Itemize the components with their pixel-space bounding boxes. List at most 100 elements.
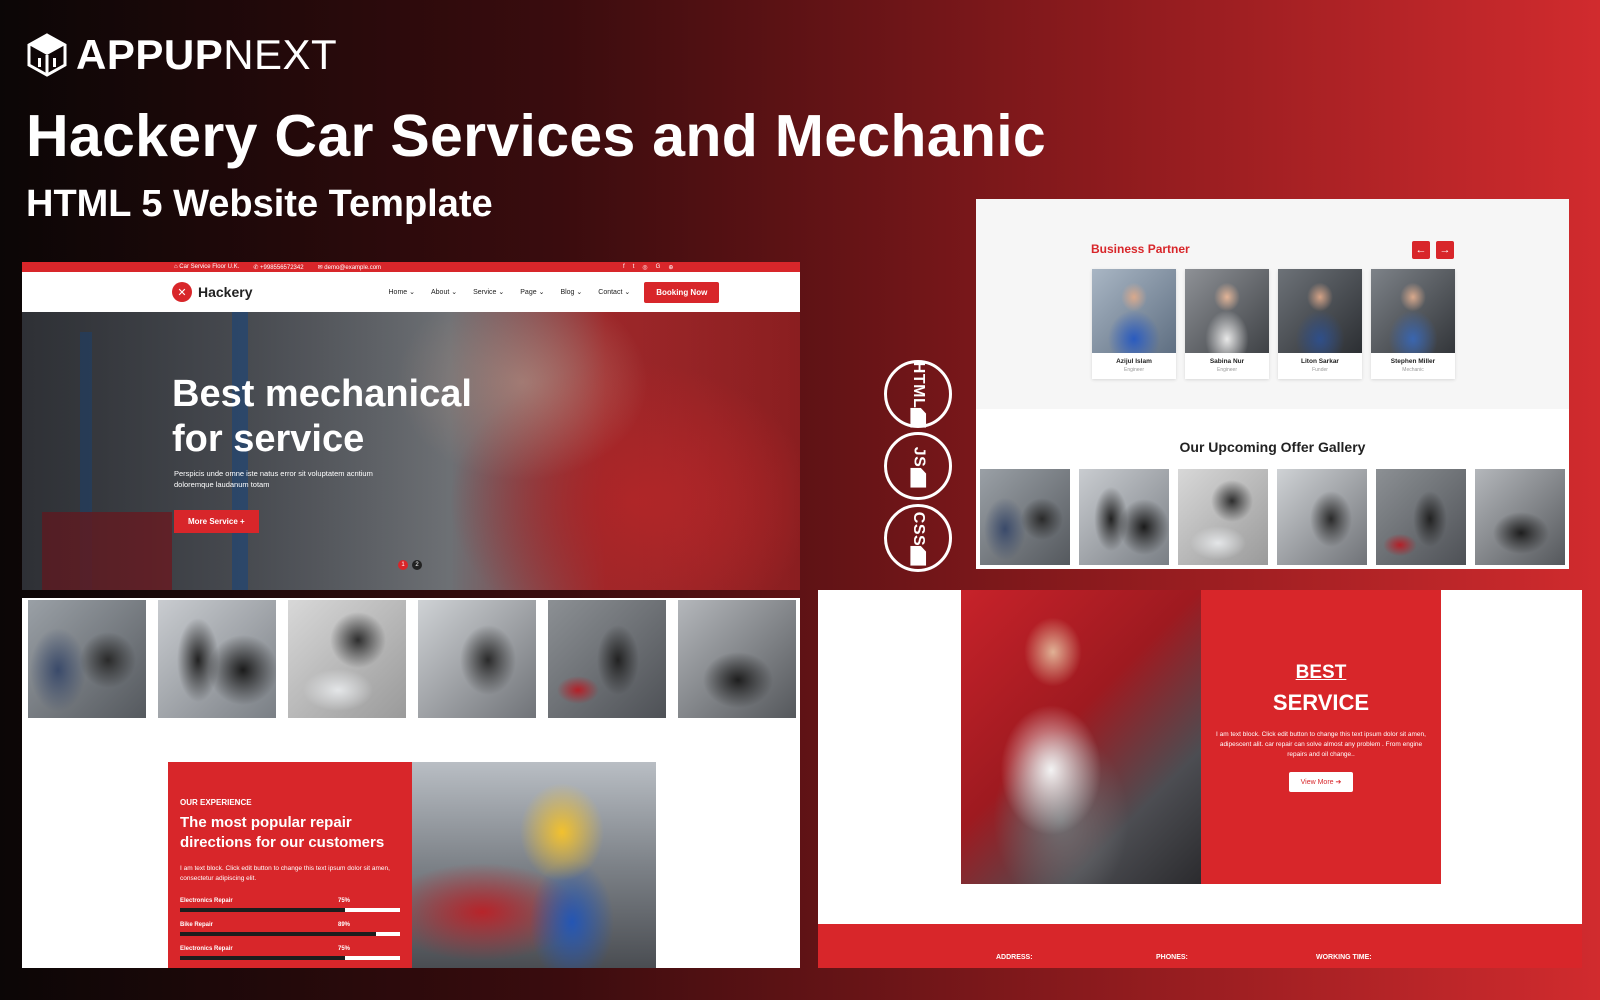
gallery-photo[interactable] xyxy=(1475,469,1565,565)
skill-item: Bike Repair 89% xyxy=(180,922,400,937)
site-logo[interactable]: ✕ Hackery xyxy=(172,282,253,302)
css-badge-label: CSS xyxy=(910,511,927,547)
experience-panel: OUR EXPERIENCE The most popular repair d… xyxy=(168,762,412,968)
brand-name: APPUPNEXT xyxy=(76,31,338,78)
business-partner-title: Business Partner xyxy=(1091,242,1190,256)
site-logo-text: Hackery xyxy=(198,284,253,300)
team-list: Azijul Islam Engineer Sabina Nur Enginee… xyxy=(1092,269,1455,379)
gallery-photo[interactable] xyxy=(1178,469,1268,565)
nav-contact[interactable]: Contact ⌄ xyxy=(598,288,630,296)
footer-columns: ADDRESS: PHONES: WORKING TIME: xyxy=(996,954,1476,961)
social-icons: f t ◎ G ⊕ xyxy=(623,264,673,271)
member-photo xyxy=(1371,269,1455,353)
nav-service[interactable]: Service ⌄ xyxy=(473,288,504,296)
gallery-photo[interactable] xyxy=(158,600,276,718)
gallery-photo[interactable] xyxy=(980,469,1070,565)
hero-description: Perspicis unde omne iste natus error sit… xyxy=(174,469,373,490)
page-subtitle: HTML 5 Website Template xyxy=(26,183,493,225)
experience-card: OUR EXPERIENCE The most popular repair d… xyxy=(168,762,656,968)
skill-item: Electronics Repair 75% xyxy=(180,898,400,913)
twitter-icon[interactable]: t xyxy=(633,264,635,271)
gallery-photo[interactable] xyxy=(288,600,406,718)
nav-page[interactable]: Page ⌄ xyxy=(520,288,544,296)
business-partner-section: Business Partner ← → Azijul Islam Engine… xyxy=(976,199,1569,409)
member-photo xyxy=(1092,269,1176,353)
hero-heading: Best mechanical for service xyxy=(172,373,472,460)
nav-about[interactable]: About ⌄ xyxy=(431,288,457,296)
arrow-right-icon[interactable]: → xyxy=(1436,241,1454,259)
mechanic-photo xyxy=(961,590,1201,884)
wrench-logo-icon: ✕ xyxy=(172,282,192,302)
brand-logo-group: APPUPNEXT xyxy=(24,30,337,80)
best-service-panel: BEST SERVICE I am text block. Click edit… xyxy=(1201,590,1441,884)
member-photo xyxy=(1185,269,1269,353)
slide-dot-2[interactable]: 2 xyxy=(412,560,422,570)
html-badge: HTML xyxy=(884,360,952,428)
team-member-card[interactable]: Azijul Islam Engineer xyxy=(1092,269,1176,379)
experience-description: I am text block. Click edit button to ch… xyxy=(180,865,390,883)
best-service-heading-2: SERVICE xyxy=(1272,690,1370,715)
js-badge: JS xyxy=(884,432,952,500)
nav-blog[interactable]: Blog ⌄ xyxy=(560,288,582,296)
page-title: Hackery Car Services and Mechanic xyxy=(26,103,1047,169)
hero-preview: ⌂ Car Service Floor U.K. ✆ +998556572342… xyxy=(22,262,800,590)
skill-progress-bar xyxy=(180,956,400,961)
document-icon xyxy=(910,546,926,566)
gallery-photo[interactable] xyxy=(1079,469,1169,565)
experience-photo xyxy=(412,762,656,968)
gallery-photo[interactable] xyxy=(678,600,796,718)
more-service-button[interactable]: More Service + xyxy=(174,510,259,533)
skill-progress-bar xyxy=(180,908,400,913)
pinterest-icon[interactable]: ⊕ xyxy=(668,264,673,271)
navbar: ✕ Hackery Home ⌄ About ⌄ Service ⌄ Page … xyxy=(22,272,800,312)
topbar-email: ✉ demo@example.com xyxy=(317,264,382,271)
topbar-address: ⌂ Car Service Floor U.K. xyxy=(174,264,240,270)
css-badge: CSS xyxy=(884,504,952,572)
footer-band: ADDRESS: PHONES: WORKING TIME: xyxy=(818,924,1582,968)
left-gallery-preview: OUR EXPERIENCE The most popular repair d… xyxy=(22,598,800,968)
gallery-photo[interactable] xyxy=(28,600,146,718)
gallery-photo[interactable] xyxy=(1376,469,1466,565)
nav-home[interactable]: Home ⌄ xyxy=(389,288,416,296)
skill-progress-bar xyxy=(180,932,400,937)
google-plus-icon[interactable]: G xyxy=(656,264,661,271)
best-service-heading-1: BEST xyxy=(1295,662,1347,683)
footer-phones-label: PHONES: xyxy=(1156,954,1188,961)
arrow-circle-right-icon: ➔ xyxy=(1335,779,1342,787)
cube-logo-icon xyxy=(27,33,67,77)
best-service-preview: BEST SERVICE I am text block. Click edit… xyxy=(818,590,1582,968)
js-badge-label: JS xyxy=(909,446,927,468)
document-icon xyxy=(910,467,926,487)
footer-address-label: ADDRESS: xyxy=(996,954,1033,961)
team-member-card[interactable]: Stephen Miller Mechanic xyxy=(1371,269,1455,379)
gallery-photo[interactable] xyxy=(1277,469,1367,565)
carousel-controls: ← → xyxy=(1412,241,1454,259)
member-photo xyxy=(1278,269,1362,353)
experience-kicker: OUR EXPERIENCE xyxy=(180,798,252,807)
instagram-icon[interactable]: ◎ xyxy=(642,264,647,271)
topbar-phone: ✆ +998556572342 xyxy=(253,264,304,271)
nav-menu: Home ⌄ About ⌄ Service ⌄ Page ⌄ Blog ⌄ C… xyxy=(389,288,631,296)
gallery-photo[interactable] xyxy=(418,600,536,718)
facebook-icon[interactable]: f xyxy=(623,264,625,271)
gallery-strip xyxy=(28,600,796,718)
arrow-left-icon[interactable]: ← xyxy=(1412,241,1430,259)
best-service-description: I am text block. Click edit button to ch… xyxy=(1216,731,1426,759)
slider-dots: 1 2 xyxy=(398,560,422,570)
business-gallery-preview: Business Partner ← → Azijul Islam Engine… xyxy=(976,199,1569,569)
gallery-title: Our Upcoming Offer Gallery xyxy=(1179,439,1366,455)
html-badge-label: HTML xyxy=(910,361,927,409)
booking-button[interactable]: Booking Now xyxy=(644,281,720,303)
topbar: ⌂ Car Service Floor U.K. ✆ +998556572342… xyxy=(22,262,800,272)
team-member-card[interactable]: Sabina Nur Engineer xyxy=(1185,269,1269,379)
gallery-photo[interactable] xyxy=(548,600,666,718)
offer-gallery xyxy=(980,469,1565,565)
slide-dot-1[interactable]: 1 xyxy=(398,560,408,570)
view-more-button[interactable]: View More ➔ xyxy=(1288,772,1354,793)
hero-image: Best mechanical for service Perspicis un… xyxy=(22,312,800,590)
experience-title: The most popular repair directions for o… xyxy=(180,814,385,851)
document-icon xyxy=(910,408,926,428)
footer-working-label: WORKING TIME: xyxy=(1316,954,1372,961)
skill-item: Electronics Repair 75% xyxy=(180,946,400,961)
team-member-card[interactable]: Liton Sarkar Funder xyxy=(1278,269,1362,379)
